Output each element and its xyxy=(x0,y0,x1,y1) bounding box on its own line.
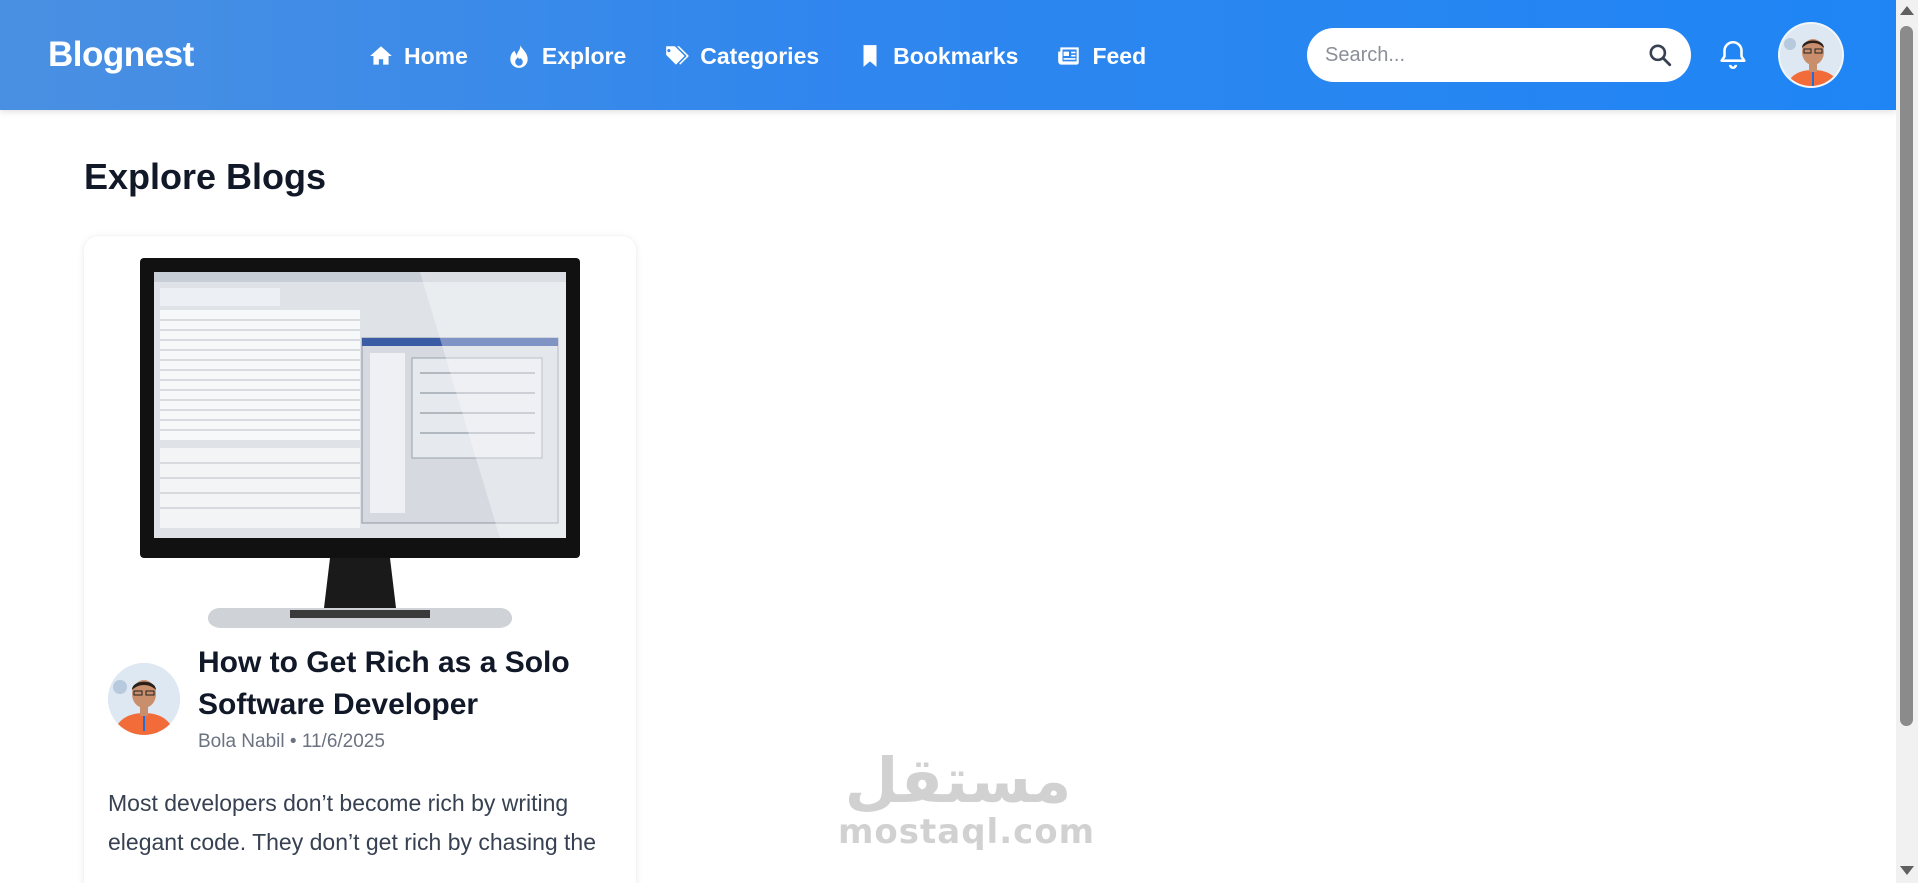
scroll-up-arrow-icon[interactable] xyxy=(1900,6,1914,15)
brand-logo[interactable]: Blognest xyxy=(48,35,194,75)
nav-item-categories[interactable]: Categories xyxy=(664,43,819,70)
post-author[interactable]: Bola Nabil xyxy=(198,731,285,752)
home-icon xyxy=(370,46,392,65)
tags-icon xyxy=(666,46,690,65)
newspaper-icon xyxy=(1058,47,1080,65)
watermark-arabic: مستقل xyxy=(844,744,1072,817)
watermark: مستقل mostaql.com xyxy=(838,744,1096,852)
blog-card[interactable]: How to Get Rich as a Solo Software Devel… xyxy=(84,236,636,883)
nav-item-home[interactable]: Home xyxy=(368,43,468,70)
nav-item-label: Explore xyxy=(541,42,627,69)
post-excerpt: Most developers don’t become rich by wri… xyxy=(108,790,597,855)
profile-photo xyxy=(1780,24,1842,86)
nav-item-feed[interactable]: Feed xyxy=(1056,43,1146,70)
page-title: Explore Blogs xyxy=(84,156,327,197)
nav-item-explore[interactable]: Explore xyxy=(506,43,626,70)
nav-item-label: Home xyxy=(404,42,468,69)
post-title[interactable]: How to Get Rich as a Solo Software Devel… xyxy=(198,642,618,726)
meta-separator: • xyxy=(289,731,297,752)
nav-item-label: Bookmarks xyxy=(893,42,1019,69)
nav-item-label: Feed xyxy=(1092,42,1147,69)
nav-item-bookmarks[interactable]: Bookmarks xyxy=(857,43,1018,70)
computer-monitor-image xyxy=(140,258,580,628)
bell-icon xyxy=(1720,40,1746,69)
post-meta: Bola Nabil • 11/6/2025 xyxy=(198,730,385,754)
scrollbar-thumb[interactable] xyxy=(1900,26,1913,726)
scroll-down-arrow-icon[interactable] xyxy=(1900,866,1914,875)
search-input[interactable] xyxy=(1325,43,1647,67)
profile-photo xyxy=(108,663,180,735)
main-nav: Home Explore Categories Bookmarks Feed xyxy=(368,36,1146,76)
nav-item-label: Categories xyxy=(700,42,820,69)
top-navbar: Blognest Home Explore Categories Bookmar… xyxy=(0,0,1896,110)
user-avatar[interactable] xyxy=(1778,22,1844,88)
bookmark-icon xyxy=(863,45,877,67)
author-avatar[interactable] xyxy=(108,663,180,735)
watermark-latin: mostaql.com xyxy=(838,812,1096,852)
fire-icon xyxy=(510,45,528,68)
search-box xyxy=(1307,28,1691,82)
search-icon[interactable] xyxy=(1647,42,1673,68)
notification-button[interactable] xyxy=(1716,37,1750,73)
post-date: 11/6/2025 xyxy=(301,731,385,752)
